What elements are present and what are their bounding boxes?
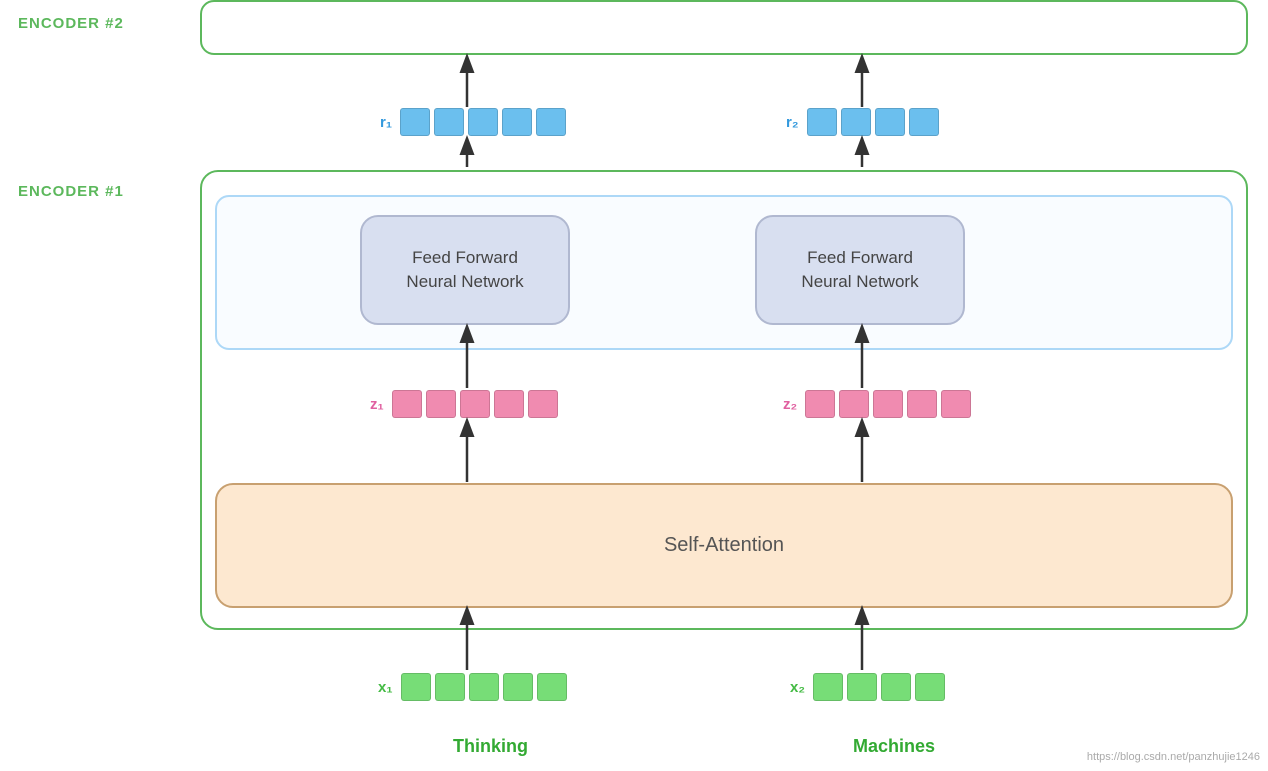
z1-vector-group: z₁ bbox=[370, 390, 558, 418]
x1-block-1 bbox=[401, 673, 431, 701]
x2-block-1 bbox=[813, 673, 843, 701]
r1-block-2 bbox=[434, 108, 464, 136]
main-container: ENCODER #2 ENCODER #1 Feed ForwardNeural… bbox=[0, 0, 1268, 771]
ffnn-block-2: Feed ForwardNeural Network bbox=[755, 215, 965, 325]
x1-vector-group: x₁ bbox=[378, 673, 567, 701]
x2-block-2 bbox=[847, 673, 877, 701]
x2-label: x₂ bbox=[790, 679, 805, 696]
self-attention-box: Self-Attention bbox=[215, 483, 1233, 608]
z2-block-5 bbox=[941, 390, 971, 418]
x1-label: x₁ bbox=[378, 679, 393, 696]
r1-vector-group: r₁ bbox=[380, 108, 566, 136]
z2-block-3 bbox=[873, 390, 903, 418]
r2-block-2 bbox=[841, 108, 871, 136]
z1-block-3 bbox=[460, 390, 490, 418]
z1-block-5 bbox=[528, 390, 558, 418]
x2-vector-group: x₂ bbox=[790, 673, 945, 701]
z2-block-4 bbox=[907, 390, 937, 418]
x1-block-4 bbox=[503, 673, 533, 701]
z2-label: z₂ bbox=[783, 396, 797, 413]
x2-block-3 bbox=[881, 673, 911, 701]
z2-block-2 bbox=[839, 390, 869, 418]
watermark: https://blog.csdn.net/panzhujie1246 bbox=[1087, 751, 1260, 763]
z1-block-2 bbox=[426, 390, 456, 418]
encoder2-label: ENCODER #2 bbox=[18, 15, 124, 32]
x2-block-4 bbox=[915, 673, 945, 701]
r1-label: r₁ bbox=[380, 114, 392, 131]
ffnn-block-1: Feed ForwardNeural Network bbox=[360, 215, 570, 325]
z1-block-1 bbox=[392, 390, 422, 418]
r2-label: r₂ bbox=[786, 114, 799, 131]
r2-vector-group: r₂ bbox=[786, 108, 939, 136]
r2-block-3 bbox=[875, 108, 905, 136]
r1-block-3 bbox=[468, 108, 498, 136]
encoder1-label: ENCODER #1 bbox=[18, 183, 124, 200]
z2-vector-group: z₂ bbox=[783, 390, 971, 418]
z1-block-4 bbox=[494, 390, 524, 418]
r2-block-1 bbox=[807, 108, 837, 136]
machines-label: Machines bbox=[853, 736, 935, 757]
x1-block-3 bbox=[469, 673, 499, 701]
x1-block-5 bbox=[537, 673, 567, 701]
thinking-label: Thinking bbox=[453, 736, 528, 757]
r1-block-1 bbox=[400, 108, 430, 136]
encoder2-box bbox=[200, 0, 1248, 55]
r2-block-4 bbox=[909, 108, 939, 136]
z2-block-1 bbox=[805, 390, 835, 418]
r1-block-4 bbox=[502, 108, 532, 136]
z1-label: z₁ bbox=[370, 396, 384, 413]
self-attention-label: Self-Attention bbox=[664, 534, 784, 557]
r1-block-5 bbox=[536, 108, 566, 136]
x1-block-2 bbox=[435, 673, 465, 701]
